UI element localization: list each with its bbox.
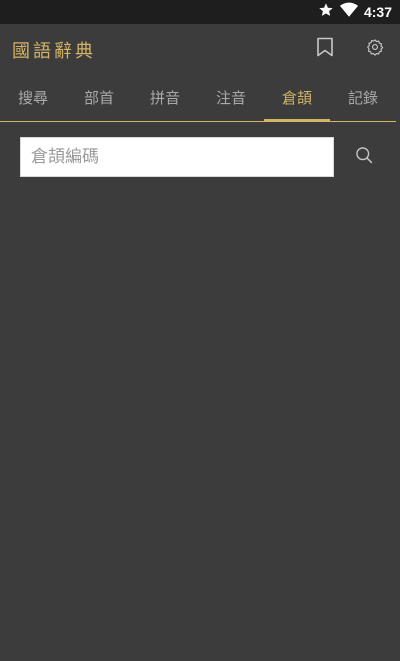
- bookmark-icon: [316, 37, 334, 61]
- tab-label: 記錄: [347, 89, 378, 107]
- tab-label: 拼音: [149, 89, 180, 107]
- tab-zhuyin[interactable]: 注音: [198, 74, 264, 121]
- tab-bar: 搜尋 部首 拼音 注音 倉頡 記錄: [0, 74, 396, 122]
- cangjie-code-input[interactable]: [20, 137, 334, 177]
- tab-pinyin[interactable]: 拼音: [132, 74, 198, 121]
- tab-label: 注音: [215, 89, 246, 107]
- tab-label: 倉頡: [281, 89, 312, 107]
- star-icon: [318, 2, 334, 22]
- tab-label: 搜尋: [17, 89, 48, 107]
- search-row: [20, 137, 373, 177]
- app-bar: 國語辭典: [0, 24, 400, 72]
- settings-icon: [366, 38, 384, 60]
- tab-search[interactable]: 搜尋: [0, 74, 66, 121]
- tab-label: 部首: [83, 89, 114, 107]
- settings-button[interactable]: [361, 35, 389, 63]
- status-icons: 4:37: [318, 2, 392, 22]
- app-title: 國語辭典: [12, 41, 96, 62]
- status-bar: 4:37: [0, 0, 400, 24]
- tab-cangjie[interactable]: 倉頡: [264, 74, 330, 122]
- wifi-icon: [339, 2, 358, 22]
- search-button[interactable]: [350, 143, 378, 171]
- search-icon: [354, 145, 374, 169]
- status-time: 4:37: [363, 4, 392, 20]
- tab-history[interactable]: 記錄: [330, 74, 396, 121]
- bookmark-button[interactable]: [311, 35, 339, 63]
- tab-radical[interactable]: 部首: [66, 74, 132, 121]
